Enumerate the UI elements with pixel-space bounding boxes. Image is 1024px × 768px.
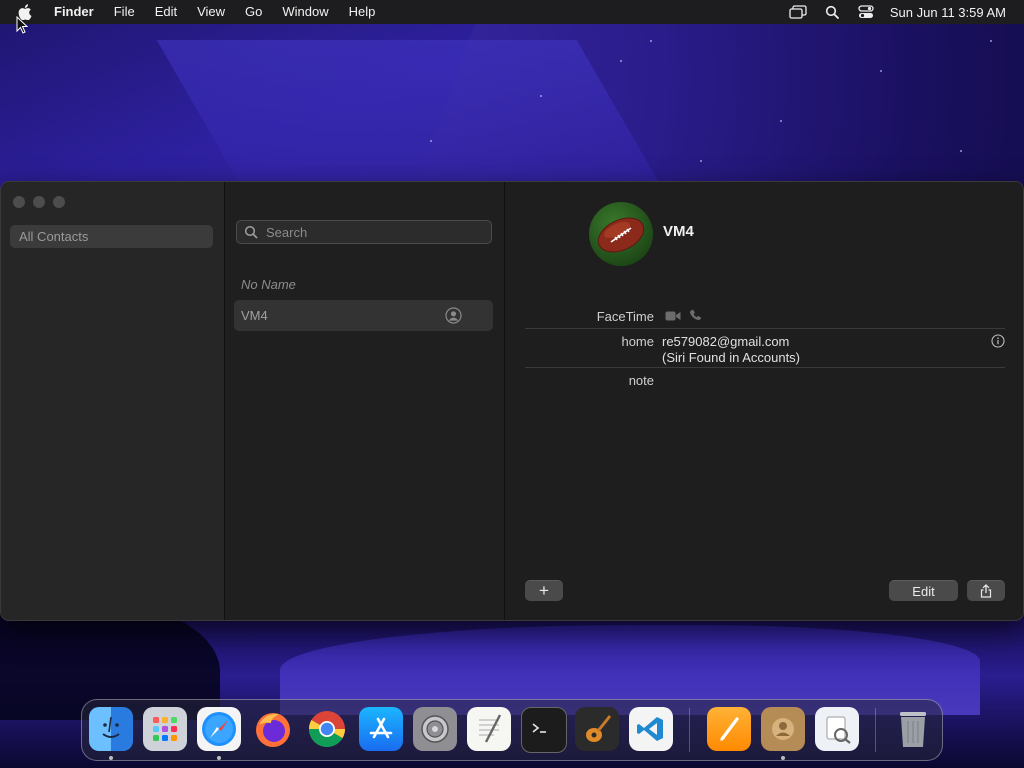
- menu-window[interactable]: Window: [272, 0, 338, 24]
- note-label: note: [628, 373, 654, 388]
- info-circle-icon[interactable]: [991, 334, 1005, 348]
- menu-bar: Finder File Edit View Go Window Help Sun…: [0, 0, 1024, 24]
- list-item-contact[interactable]: VM4: [234, 300, 493, 331]
- football-icon: [597, 217, 645, 253]
- search-icon: [244, 225, 258, 239]
- contacts-list-pane: No Name VM4: [225, 182, 505, 620]
- dock-chrome-icon[interactable]: [305, 707, 349, 751]
- note-field[interactable]: [662, 373, 982, 389]
- email-address-value[interactable]: re579082@gmail.com: [662, 334, 789, 349]
- dock-garageband-icon[interactable]: [575, 707, 619, 751]
- facetime-actions: [665, 309, 702, 327]
- facetime-video-icon[interactable]: [665, 309, 681, 327]
- menu-help[interactable]: Help: [339, 0, 386, 24]
- dock-preview-icon[interactable]: [815, 707, 859, 751]
- dock-firefox-icon[interactable]: [251, 707, 295, 751]
- zoom-window-button[interactable]: [53, 196, 65, 208]
- minimize-window-button[interactable]: [33, 196, 45, 208]
- facetime-label: FaceTime: [596, 309, 654, 324]
- menu-edit[interactable]: Edit: [145, 0, 187, 24]
- facetime-audio-phone-icon[interactable]: [689, 309, 702, 327]
- dock: [81, 699, 943, 761]
- contact-full-name: VM4: [663, 223, 694, 240]
- dock-finder-icon[interactable]: [89, 707, 133, 751]
- close-window-button[interactable]: [13, 196, 25, 208]
- menu-file[interactable]: File: [104, 0, 145, 24]
- dock-textedit-icon[interactable]: [467, 707, 511, 751]
- menu-go[interactable]: Go: [235, 0, 272, 24]
- dock-trash-icon[interactable]: [891, 707, 935, 751]
- edit-button[interactable]: Edit: [889, 580, 958, 601]
- email-type-label: home: [621, 334, 654, 349]
- mouse-cursor-icon: [16, 15, 29, 39]
- email-source-note: (Siri Found in Accounts): [662, 350, 801, 365]
- contacts-window: All Contacts No Name VM4: [0, 181, 1024, 621]
- menu-clock[interactable]: Sun Jun 11 3:59 AM: [890, 5, 1006, 20]
- dock-terminal-icon[interactable]: [521, 707, 567, 753]
- list-group-header: No Name: [241, 277, 296, 292]
- menu-view[interactable]: View: [187, 0, 235, 24]
- control-center-icon[interactable]: [856, 4, 876, 20]
- field-divider: [525, 328, 1005, 329]
- spotlight-search-icon[interactable]: [822, 4, 842, 20]
- dock-vscode-icon[interactable]: [629, 707, 673, 751]
- sidebar-item-all-contacts[interactable]: All Contacts: [10, 225, 213, 248]
- window-controls: [13, 196, 65, 208]
- search-field[interactable]: [236, 220, 492, 244]
- dock-system-preferences-icon[interactable]: [413, 707, 457, 751]
- my-card-person-icon: [445, 307, 462, 324]
- add-contact-button[interactable]: +: [525, 580, 563, 601]
- dock-pages-icon[interactable]: [707, 707, 751, 751]
- share-button[interactable]: [967, 580, 1005, 601]
- groups-sidebar: All Contacts: [1, 182, 225, 620]
- contact-name-label: VM4: [241, 308, 268, 323]
- search-input[interactable]: [264, 223, 488, 241]
- contact-avatar[interactable]: [589, 202, 653, 266]
- dock-safari-icon[interactable]: [197, 707, 241, 751]
- contact-detail-pane: VM4 FaceTime home re579082@gmail.com (Si…: [505, 182, 1023, 620]
- screen-mirroring-icon[interactable]: [788, 4, 808, 20]
- menu-app-name[interactable]: Finder: [44, 0, 104, 24]
- share-icon: [980, 584, 992, 598]
- field-divider: [525, 367, 1005, 368]
- dock-app-store-icon[interactable]: [359, 707, 403, 751]
- dock-contacts-icon[interactable]: [761, 707, 805, 751]
- dock-launchpad-icon[interactable]: [143, 707, 187, 751]
